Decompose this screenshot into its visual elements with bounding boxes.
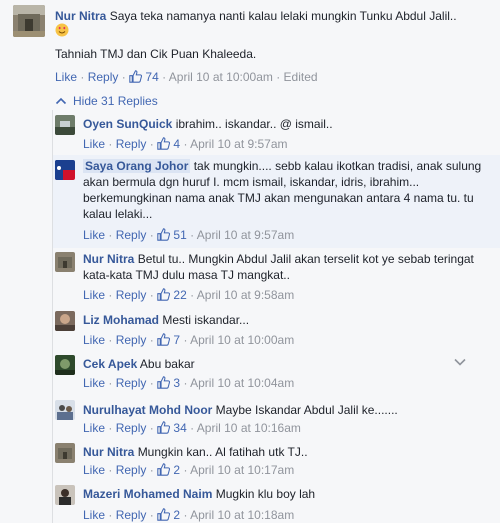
reply-text: Mugkin klu boy lah: [215, 487, 316, 501]
like-count[interactable]: 2: [157, 463, 180, 477]
like-button[interactable]: Like: [83, 137, 105, 151]
thumbs-up-icon: [157, 228, 171, 241]
like-count[interactable]: 34: [157, 421, 187, 435]
comment-text-line2: Tahniah TMJ dan Cik Puan Khaleeda.: [55, 47, 257, 61]
reply-timestamp[interactable]: April 10 at 9:57am: [197, 228, 294, 242]
like-count[interactable]: 74: [129, 70, 162, 84]
edited-label[interactable]: Edited: [284, 70, 318, 84]
reply-text: Mesti iskandar...: [162, 313, 250, 327]
reply-button[interactable]: Reply: [116, 376, 147, 390]
reply-actions: Like · Reply · 22 · April 10 at 9:58am: [83, 288, 295, 302]
comment-author[interactable]: Nur Nitra: [55, 9, 106, 23]
like-count[interactable]: 51: [157, 228, 187, 242]
reply-item: Liz Mohamad Mesti iskandar... Like · Rep…: [53, 306, 500, 351]
reply-author[interactable]: Oyen SunQuick: [83, 117, 172, 131]
like-button[interactable]: Like: [83, 288, 105, 302]
comment-timestamp[interactable]: April 10 at 10:00am: [169, 70, 273, 84]
reply-item: Nur Nitra Mungkin kan.. Al fatihah utk T…: [53, 441, 500, 483]
like-button[interactable]: Like: [83, 421, 105, 435]
reply-item: Cek Apek Abu bakar Like · Reply · 3 · Ap…: [53, 351, 500, 396]
thumbs-up-icon: [157, 508, 171, 521]
reply-text: Mungkin kan.. Al fatihah utk TJ..: [137, 445, 308, 459]
like-button[interactable]: Like: [83, 463, 105, 477]
thumbs-up-icon: [157, 376, 171, 389]
like-button[interactable]: Like: [55, 70, 77, 84]
reply-item: Oyen SunQuick ibrahim.. iskandar.. @ ism…: [53, 110, 500, 155]
reply-author[interactable]: Nur Nitra: [83, 252, 134, 266]
chevron-up-icon: [55, 97, 67, 105]
thumbs-up-icon: [157, 137, 171, 150]
reply-timestamp[interactable]: April 10 at 10:16am: [197, 421, 301, 435]
reply-button[interactable]: Reply: [116, 421, 147, 435]
like-button[interactable]: Like: [83, 376, 105, 390]
reply-button[interactable]: Reply: [116, 228, 147, 242]
like-count[interactable]: 22: [157, 288, 187, 302]
reply-author[interactable]: Nurulhayat Mohd Noor: [83, 403, 212, 417]
avatar[interactable]: [55, 443, 75, 463]
reply-button[interactable]: Reply: [116, 508, 147, 522]
reply-button[interactable]: Reply: [116, 137, 147, 151]
heart-eyes-emoji-icon: [55, 23, 69, 37]
reply-timestamp[interactable]: April 10 at 10:04am: [190, 376, 294, 390]
reply-timestamp[interactable]: April 10 at 10:18am: [190, 508, 294, 522]
reply-text: ibrahim.. iskandar.. @ ismail..: [175, 117, 333, 131]
avatar[interactable]: [55, 400, 75, 420]
avatar[interactable]: [55, 485, 75, 505]
like-count[interactable]: 3: [157, 376, 180, 390]
avatar[interactable]: [55, 160, 75, 180]
reply-actions: Like · Reply · 3 · April 10 at 10:04am: [83, 376, 295, 390]
comment-actions: Like · Reply · 74 · April 10 at 10:00am …: [55, 70, 318, 84]
hide-replies-button[interactable]: Hide 31 Replies: [55, 93, 158, 109]
like-button[interactable]: Like: [83, 333, 105, 347]
reply-timestamp[interactable]: April 10 at 10:17am: [190, 463, 294, 477]
reply-item: Nur Nitra Betul tu.. Mungkin Abdul Jalil…: [53, 248, 500, 306]
reply-text: Maybe Iskandar Abdul Jalil ke.......: [215, 403, 398, 417]
top-comment: Nur Nitra Saya teka namanya nanti kalau …: [0, 0, 500, 88]
reply-actions: Like · Reply · 2 · April 10 at 10:18am: [83, 508, 295, 522]
thumbs-up-icon: [157, 288, 171, 301]
reply-button[interactable]: Reply: [88, 70, 119, 84]
reply-actions: Like · Reply · 4 · April 10 at 9:57am: [83, 137, 288, 151]
reply-actions: Like · Reply · 51 · April 10 at 9:57am: [83, 228, 295, 242]
thumbs-up-icon: [129, 70, 143, 83]
reply-text: Betul tu.. Mungkin Abdul Jalil akan ters…: [83, 252, 474, 282]
reply-author[interactable]: Mazeri Mohamed Naim: [83, 487, 212, 501]
like-button[interactable]: Like: [83, 228, 105, 242]
reply-timestamp[interactable]: April 10 at 9:57am: [190, 137, 287, 151]
reply-button[interactable]: Reply: [116, 463, 147, 477]
reply-author[interactable]: Saya Orang Johor: [83, 159, 191, 173]
reply-button[interactable]: Reply: [116, 288, 147, 302]
reply-timestamp[interactable]: April 10 at 10:00am: [190, 333, 294, 347]
reply-item: Saya Orang Johor tak mungkin.... sebb ka…: [53, 155, 500, 248]
comment-body: Nur Nitra Saya teka namanya nanti kalau …: [55, 8, 495, 24]
comment-text: Saya teka namanya nanti kalau lelaki mun…: [109, 9, 457, 23]
avatar[interactable]: [13, 5, 45, 37]
like-count[interactable]: 4: [157, 137, 180, 151]
avatar[interactable]: [55, 311, 75, 331]
reply-actions: Like · Reply · 2 · April 10 at 10:17am: [83, 463, 295, 477]
reply-author[interactable]: Cek Apek: [83, 357, 137, 371]
avatar[interactable]: [55, 115, 75, 135]
reply-text: Abu bakar: [139, 357, 195, 371]
reply-author[interactable]: Liz Mohamad: [83, 313, 159, 327]
like-count[interactable]: 7: [157, 333, 180, 347]
reply-actions: Like · Reply · 7 · April 10 at 10:00am: [83, 333, 295, 347]
thumbs-up-icon: [157, 421, 171, 434]
reply-timestamp[interactable]: April 10 at 9:58am: [197, 288, 294, 302]
thumbs-up-icon: [157, 333, 171, 346]
avatar[interactable]: [55, 355, 75, 375]
reply-button[interactable]: Reply: [116, 333, 147, 347]
reply-actions: Like · Reply · 34 · April 10 at 10:16am: [83, 421, 301, 435]
reply-item: Mazeri Mohamed Naim Mugkin klu boy lah L…: [53, 483, 500, 523]
reply-item: Nurulhayat Mohd Noor Maybe Iskandar Abdu…: [53, 396, 500, 441]
reply-author[interactable]: Nur Nitra: [83, 445, 134, 459]
like-button[interactable]: Like: [83, 508, 105, 522]
avatar[interactable]: [55, 252, 75, 272]
comment-options-chevron-down-icon[interactable]: [453, 356, 467, 366]
thumbs-up-icon: [157, 463, 171, 476]
like-count[interactable]: 2: [157, 508, 180, 522]
